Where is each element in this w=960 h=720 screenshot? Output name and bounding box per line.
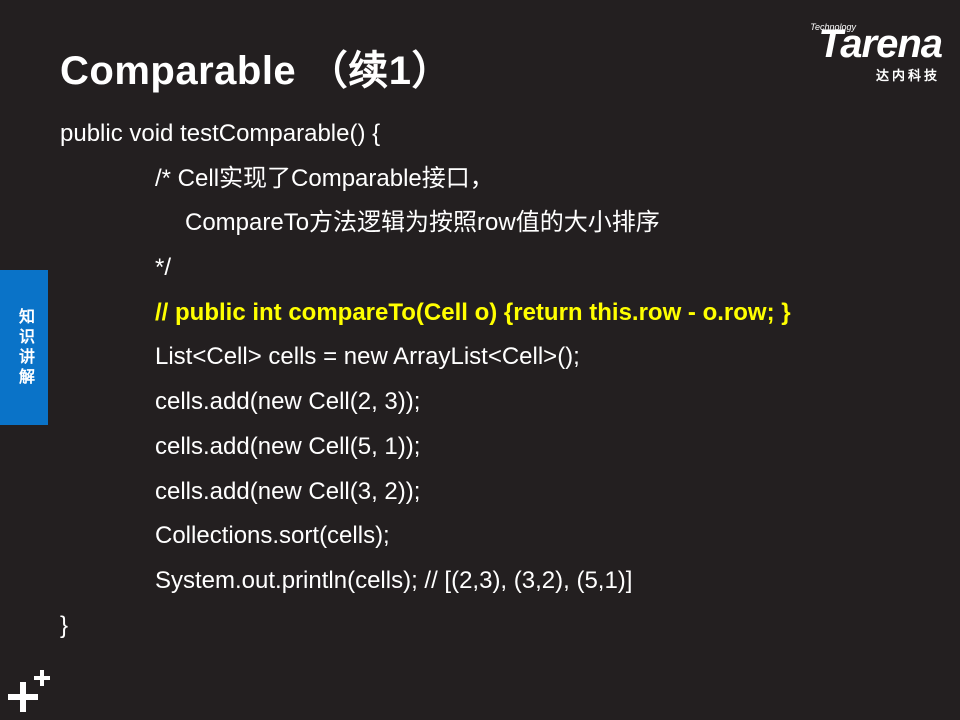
code-line: } bbox=[60, 611, 69, 639]
code-line: List<Cell> cells = new ArrayList<Cell>()… bbox=[155, 343, 580, 371]
code-line: System.out.println(cells); // [(2,3), (3… bbox=[155, 566, 633, 594]
code-line: public void testComparable() { bbox=[60, 120, 381, 147]
code-line: cells.add(new Cell(3, 2)); bbox=[155, 477, 421, 505]
code-line: CompareTo方法逻辑为按照row值的大小排序 bbox=[185, 209, 660, 237]
side-tab-label: 知识讲解 bbox=[16, 307, 33, 388]
logo-sub-text: 达内科技 bbox=[875, 68, 940, 83]
code-line: cells.add(new Cell(2, 3)); bbox=[155, 388, 421, 416]
code-line: */ bbox=[155, 254, 172, 282]
plus-plus-icon bbox=[8, 670, 50, 712]
slide-title: Comparable （续1） bbox=[60, 49, 453, 93]
code-line: cells.add(new Cell(5, 1)); bbox=[155, 432, 421, 460]
code-line-highlighted: // public int compareTo(Cell o) {return … bbox=[155, 298, 791, 326]
logo-name-text: Tarena bbox=[818, 22, 943, 66]
code-line: /* Cell实现了Comparable接口， bbox=[155, 164, 494, 192]
side-tab-knowledge: 知识讲解 bbox=[0, 270, 48, 425]
tarena-logo: Technology Tarena 达内科技 bbox=[780, 20, 943, 84]
code-line: Collections.sort(cells); bbox=[155, 522, 390, 550]
code-block: public void testComparable() { /* Cell实现… bbox=[60, 112, 940, 648]
